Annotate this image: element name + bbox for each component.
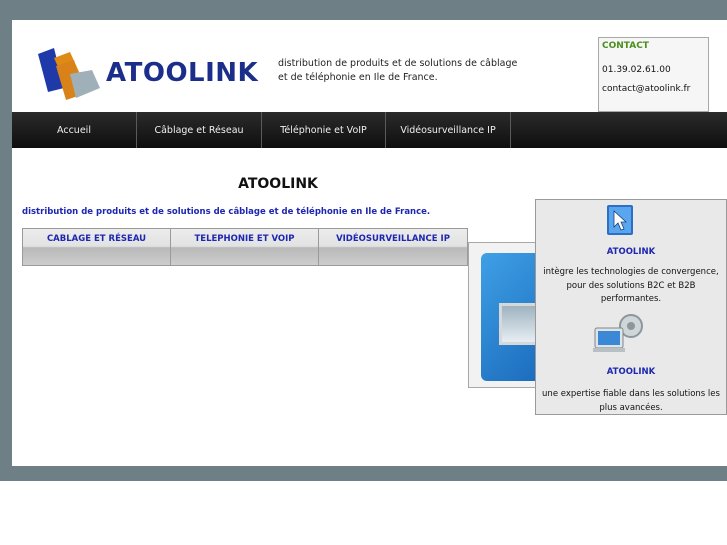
cursor-window-icon [607, 205, 633, 235]
intro-text: distribution de produits et de solutions… [22, 207, 431, 217]
header-tagline: distribution de produits et de solutions… [278, 58, 518, 83]
main-nav: Accueil Câblage et Réseau Téléphonie et … [12, 112, 727, 148]
tab-label: VIDÉOSURVEILLANCE IP [336, 234, 450, 244]
contact-phone: 01.39.02.61.00 [602, 65, 671, 75]
tab-bar: CABLAGE ET RÉSEAU TELEPHONIE ET VOIP VID… [22, 228, 468, 266]
tab-label: TELEPHONIE ET VOIP [194, 234, 295, 244]
site-logo[interactable]: ATOOLINK [36, 44, 276, 108]
page-title: ATOOLINK [238, 176, 318, 192]
computer-gear-icon [593, 314, 643, 352]
contact-email[interactable]: contact@atoolink.fr [602, 84, 690, 94]
nav-item-accueil[interactable]: Accueil [12, 112, 137, 148]
contact-box: CONTACT 01.39.02.61.00 contact@atoolink.… [598, 37, 709, 112]
side-heading-2: ATOOLINK [606, 367, 656, 377]
image-slider[interactable] [468, 242, 540, 388]
side-text-1: intègre les technologies de convergence,… [543, 267, 719, 304]
tab-label: CABLAGE ET RÉSEAU [46, 234, 147, 244]
tab-telephonie-voip[interactable]: TELEPHONIE ET VOIP [171, 229, 319, 265]
side-heading-1: ATOOLINK [606, 247, 656, 257]
tab-cablage-reseau[interactable]: CABLAGE ET RÉSEAU [23, 229, 171, 265]
nav-item-telephonie-voip[interactable]: Téléphonie et VoIP [262, 112, 386, 148]
side-text-2: une expertise fiable dans les solutions … [542, 389, 720, 413]
monitor-icon [499, 303, 539, 345]
logo-shapes-icon [38, 48, 100, 100]
side-panel: ATOOLINK intègre les technologies de con… [535, 199, 727, 415]
logo-text: ATOOLINK [106, 58, 259, 88]
nav-item-cablage-reseau[interactable]: Câblage et Réseau [137, 112, 262, 148]
contact-title: CONTACT [602, 41, 649, 51]
tab-videosurveillance-ip[interactable]: VIDÉOSURVEILLANCE IP [319, 229, 467, 265]
nav-item-videosurveillance[interactable]: Vidéosurveillance IP [386, 112, 511, 148]
page-container: ATOOLINK distribution de produits et de … [12, 20, 727, 466]
